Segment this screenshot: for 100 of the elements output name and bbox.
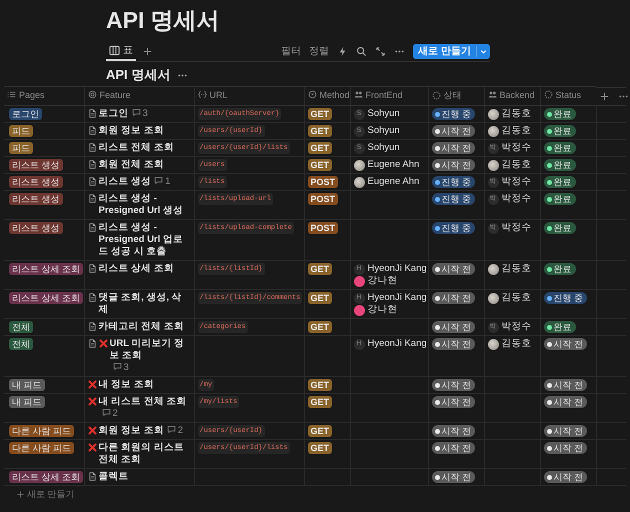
status-pill: 시작 전: [544, 338, 588, 350]
people-icon: [354, 90, 362, 100]
state-pill: 시작 전: [432, 292, 476, 304]
person-name: HyeonJi Kang: [368, 263, 427, 275]
status-pill: 완료: [544, 176, 576, 188]
state-pill: 시작 전: [432, 338, 476, 350]
state-pill: 진행 중: [432, 193, 476, 205]
status-pill: 완료: [544, 125, 576, 137]
method-tag: POST: [308, 176, 338, 188]
feature-title[interactable]: 리스트 생성 - Presigned Url 생성: [98, 193, 190, 217]
status-pill: 시작 전: [544, 379, 588, 391]
person-name: 김동호: [502, 292, 532, 304]
toolbar-button[interactable]: 필터: [281, 44, 302, 58]
column-header[interactable]: URL: [198, 90, 228, 100]
document-icon: [88, 143, 96, 152]
page-tag: 로그인: [9, 108, 42, 120]
column-header[interactable]: Pages: [7, 90, 45, 100]
feature-title[interactable]: 다른 회원의 리스트 전체 조회: [98, 442, 190, 466]
person-name: 김동호: [502, 108, 532, 120]
feature-title[interactable]: 회원 정보 조회: [98, 425, 164, 437]
avatar-icon: [354, 304, 364, 316]
method-tag: GET: [308, 396, 332, 408]
toolbar-button[interactable]: 정렬: [309, 44, 330, 58]
feature-title[interactable]: 리스트 생성 - Presigned Url 업로드 성공 시 호출: [98, 222, 190, 258]
cross-icon: [88, 443, 96, 452]
page-tag: 리스트 생성: [9, 176, 63, 188]
feature-title[interactable]: 내 리스트 전체 조회: [98, 396, 186, 408]
page-tag: 피드: [9, 125, 33, 137]
search-icon[interactable]: [356, 46, 368, 56]
avatar-photo: [488, 108, 498, 120]
add-column-icon[interactable]: [599, 90, 610, 102]
method-tag: GET: [308, 321, 332, 333]
person-name: Eugene Ahn: [368, 159, 420, 171]
method-tag: GET: [308, 159, 332, 171]
method-tag: GET: [308, 292, 332, 304]
avatar-photo: [488, 160, 498, 170]
status-pill: 시작 전: [544, 425, 588, 437]
expand-icon[interactable]: [375, 46, 386, 56]
method-tag: POST: [308, 193, 338, 205]
avatar-photo: [488, 264, 498, 274]
person-name: 박정수: [502, 176, 532, 188]
person-name: Sohyun: [368, 142, 400, 154]
feature-title[interactable]: 카테고리 전체 조회: [98, 321, 184, 333]
feature-title[interactable]: 리스트 생성: [98, 176, 152, 188]
page-tag: 리스트 상세 조회: [9, 292, 84, 304]
status-pill: 완료: [544, 321, 576, 333]
feature-title[interactable]: 내 정보 조회: [98, 379, 154, 391]
page-title: API 명세서: [105, 6, 220, 35]
people-icon: [488, 90, 496, 100]
view-tab[interactable]: 표: [106, 41, 136, 61]
cross-icon: [88, 380, 96, 389]
avatar-photo: [354, 176, 364, 188]
cross-icon: [88, 426, 96, 435]
document-icon: [88, 194, 96, 203]
avatar-photo: [488, 126, 498, 136]
status-pill: 시작 전: [544, 471, 588, 483]
comment-count: 2: [112, 408, 118, 419]
page-tag: 전체: [9, 321, 33, 333]
comment-count: 3: [142, 108, 148, 119]
page-tag: 리스트 생성: [9, 222, 63, 234]
feature-title[interactable]: 리스트 전체 조회: [98, 142, 174, 154]
comment-icon: [112, 362, 122, 371]
status-pill: 시작 전: [544, 442, 588, 454]
feature-title[interactable]: 콜렉트: [98, 471, 128, 483]
person-name: HyeonJi Kang: [368, 338, 427, 350]
comment-icon: [102, 408, 110, 417]
page-tag: 피드: [9, 142, 33, 154]
state-pill: 진행 중: [432, 222, 476, 234]
feature-title[interactable]: 로그인: [98, 108, 128, 120]
person-name: Sohyun: [368, 108, 400, 120]
feature-title[interactable]: 회원 전체 조회: [98, 159, 164, 171]
method-tag: GET: [308, 425, 332, 437]
comment-icon: [154, 176, 164, 185]
person-name: 박정수: [502, 321, 532, 333]
document-icon: [88, 160, 96, 169]
feature-title[interactable]: 댓글 조회, 생성, 삭제: [98, 292, 190, 316]
code-braces-icon: [198, 90, 206, 100]
document-icon: [88, 264, 96, 273]
person-name: Sohyun: [368, 125, 400, 137]
feature-title[interactable]: URL 미리보기 정보 조회: [110, 338, 190, 362]
page-tag: 내 피드: [9, 396, 45, 408]
state-pill: 시작 전: [432, 142, 476, 154]
page-tag: 다른 사람 피드: [9, 425, 74, 437]
state-pill: 시작 전: [432, 321, 476, 333]
page-tag: 다른 사람 피드: [9, 442, 74, 454]
person-name: 강나현: [368, 275, 398, 287]
person-name: 강나현: [368, 304, 398, 316]
status-pill: 완료: [544, 108, 576, 120]
status-pill: 진행 중: [544, 292, 588, 304]
status-pill: 시작 전: [544, 396, 588, 408]
feature-title[interactable]: 회원 정보 조회: [98, 125, 164, 137]
document-icon: [88, 126, 96, 135]
state-pill: 시작 전: [432, 425, 476, 437]
avatar-icon: [354, 276, 364, 286]
new-row-button[interactable]: 새로 만들기: [0, 486, 75, 501]
person-name: HyeonJi Kang: [368, 292, 427, 304]
state-pill: 시작 전: [432, 396, 476, 408]
add-view-icon[interactable]: [142, 46, 153, 56]
state-pill: 시작 전: [432, 263, 476, 275]
feature-title[interactable]: 리스트 상세 조회: [98, 263, 174, 275]
